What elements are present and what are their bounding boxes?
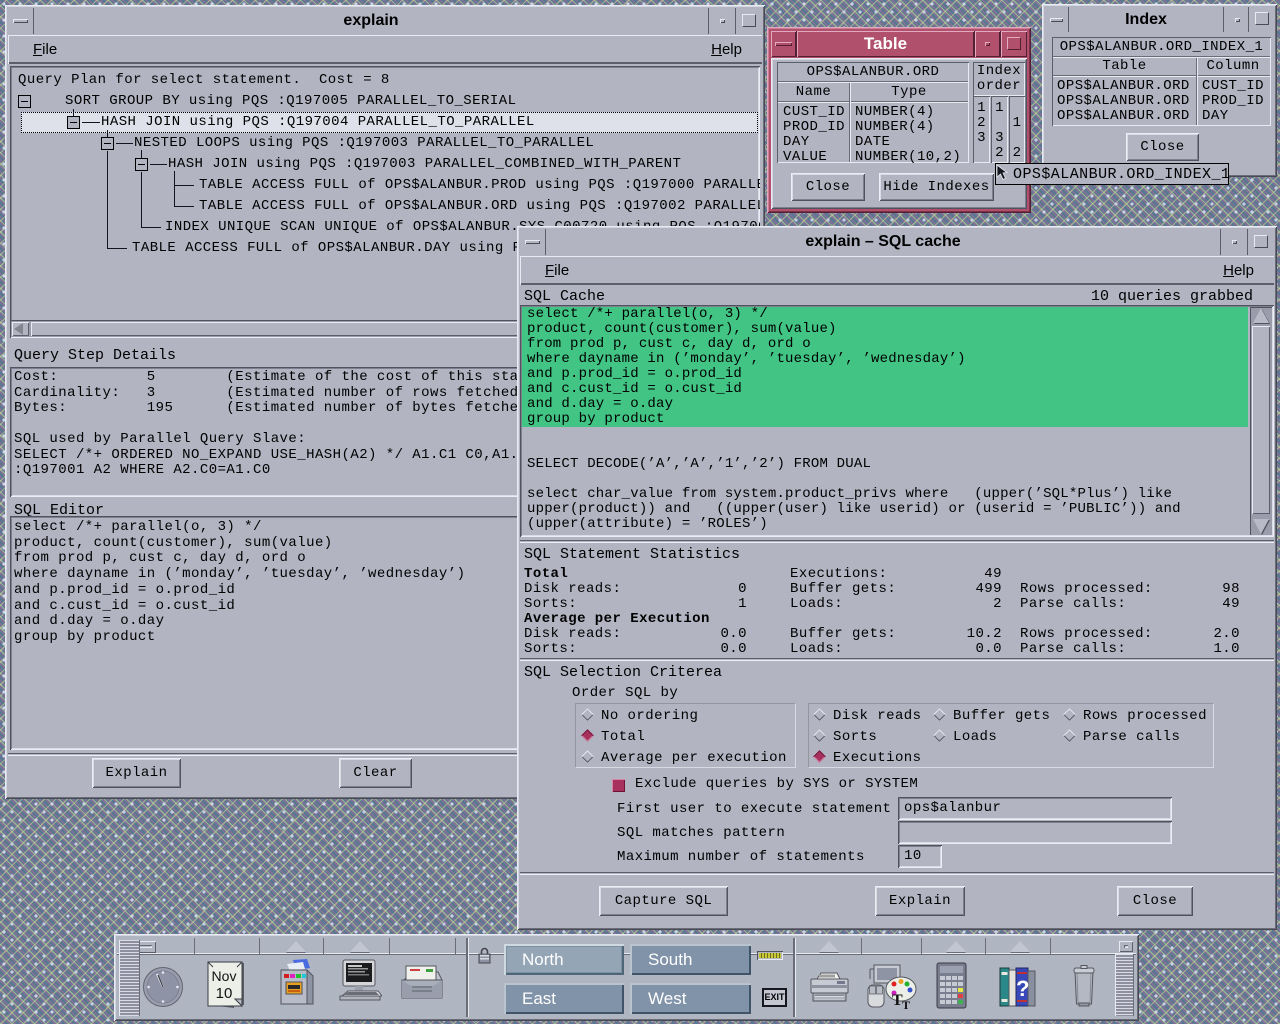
svg-text:T: T	[902, 998, 910, 1009]
svg-text:Nov: Nov	[212, 968, 237, 984]
svg-text:?: ?	[1016, 976, 1029, 1001]
svg-text:10: 10	[216, 985, 233, 1002]
